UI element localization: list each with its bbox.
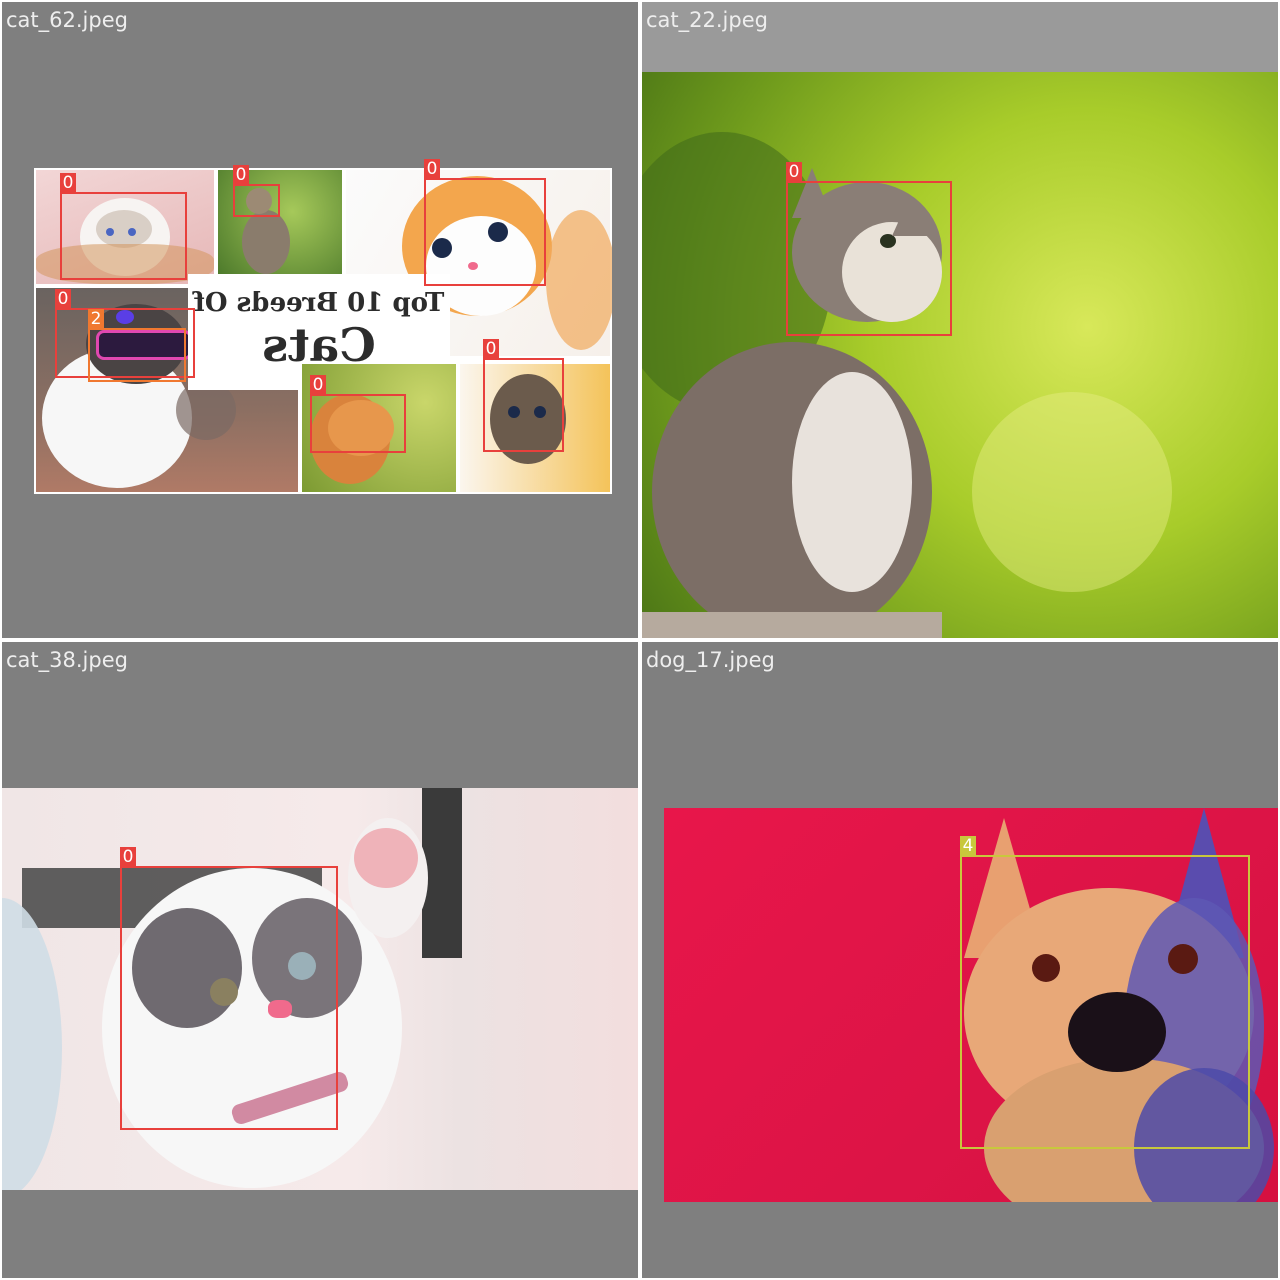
- collage-title-line1: Top 10 Breeds Of: [193, 288, 445, 318]
- class-label: 0: [483, 339, 499, 359]
- tile-cat-62: cat_62.jpeg Top 10 Breeds Of Cats 0 0 0 …: [2, 2, 638, 638]
- tile-cat-38: cat_38.jpeg 0: [2, 642, 638, 1278]
- class-label: 0: [786, 162, 802, 182]
- class-label: 2: [88, 309, 104, 329]
- tile-cat-22: cat_22.jpeg 0: [642, 2, 1278, 638]
- filename-label: cat_62.jpeg: [6, 8, 128, 32]
- detection-box: 0: [233, 165, 280, 217]
- detection-box: 4: [960, 836, 1250, 1149]
- filename-label: dog_17.jpeg: [646, 648, 775, 672]
- class-label: 0: [60, 173, 76, 193]
- detection-box: 0: [310, 375, 406, 453]
- detection-box: 0: [424, 159, 546, 286]
- class-label: 0: [424, 159, 440, 179]
- detection-box: 0: [60, 173, 187, 280]
- class-label: 0: [55, 289, 71, 309]
- class-label: 0: [233, 165, 249, 185]
- detection-box: 0: [120, 847, 338, 1130]
- detection-box: 0: [483, 339, 564, 452]
- tile-dog-17: dog_17.jpeg 4: [642, 642, 1278, 1278]
- kitten-photo: [642, 72, 1278, 638]
- class-label: 4: [960, 836, 976, 856]
- class-label: 0: [310, 375, 326, 395]
- filename-label: cat_38.jpeg: [6, 648, 128, 672]
- detection-box: 0: [786, 162, 952, 336]
- filename-label: cat_22.jpeg: [646, 8, 768, 32]
- detection-box: 2: [88, 309, 186, 382]
- class-label: 0: [120, 847, 136, 867]
